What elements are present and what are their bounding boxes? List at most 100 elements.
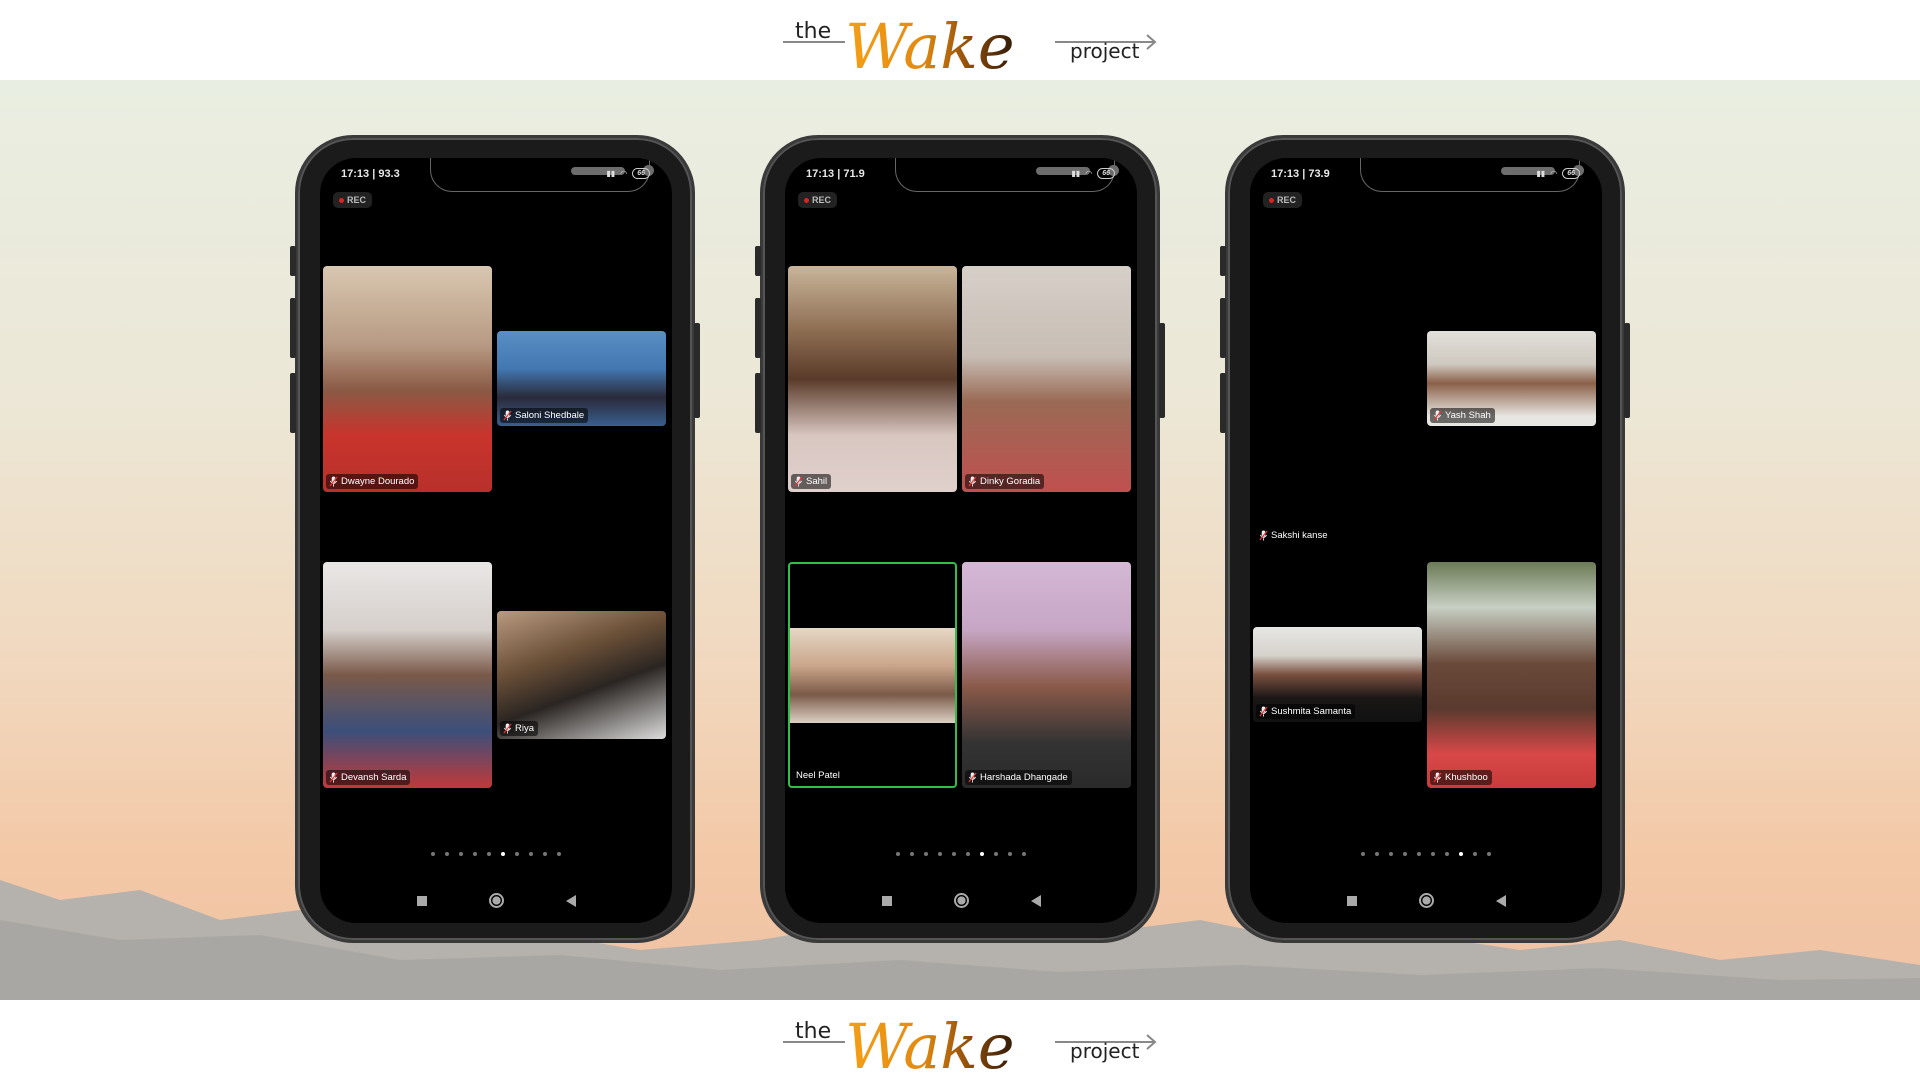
wifi-icon: ◠ (1085, 169, 1093, 178)
video-tile-active-speaker[interactable]: Neel Patel (788, 562, 957, 788)
page-dot[interactable] (473, 852, 477, 856)
mic-muted-icon (1433, 772, 1442, 783)
video-tile-no-video[interactable]: Sakshi kanse (1253, 318, 1422, 544)
page-dot[interactable] (1487, 852, 1491, 856)
page-dot[interactable] (1403, 852, 1407, 856)
mic-muted-icon (794, 476, 803, 487)
page-dot[interactable] (1431, 852, 1435, 856)
video-tile[interactable]: Dinky Goradia (962, 266, 1131, 492)
page-dot[interactable] (1375, 852, 1379, 856)
page-dot[interactable] (557, 852, 561, 856)
page-dot[interactable] (1361, 852, 1365, 856)
page-dot[interactable] (1445, 852, 1449, 856)
page-dot[interactable] (938, 852, 942, 856)
page-dot[interactable] (952, 852, 956, 856)
meeting-screen: 17:13 | 71.9 ▮▮ ◠ 66 REC Sahil Dinky Gorad… (785, 158, 1137, 923)
page-indicator[interactable] (785, 852, 1137, 856)
record-dot-icon (1269, 197, 1274, 203)
meeting-screen: 17:13 | 73.9 ▮▮ ◠ 66 REC Yash Shah Sakshi … (1250, 158, 1602, 923)
wifi-icon: ◠ (1550, 169, 1558, 178)
page-dot[interactable] (910, 852, 914, 856)
page-dot[interactable] (994, 852, 998, 856)
participant-name-label: Riya (500, 721, 539, 736)
page-dot[interactable] (1459, 852, 1463, 856)
android-nav-bar (1250, 893, 1602, 908)
back-button[interactable] (565, 894, 576, 907)
record-dot-icon (804, 197, 809, 203)
phone-2: 17:13 | 71.9 ▮▮ ◠ 66 REC Sahil Dinky Gorad… (755, 135, 1165, 943)
video-tile[interactable]: Yash Shah (1427, 331, 1596, 426)
page-dot[interactable] (487, 852, 491, 856)
page-dot[interactable] (459, 852, 463, 856)
mic-muted-icon (1259, 706, 1268, 717)
home-button[interactable] (1418, 893, 1434, 908)
svg-text:project: project (1070, 1039, 1140, 1063)
page-dot[interactable] (515, 852, 519, 856)
page-dot[interactable] (966, 852, 970, 856)
status-icons: ▮▮ ◠ 66 (1071, 168, 1115, 179)
status-icons: ▮▮ ◠ 66 (1536, 168, 1580, 179)
page-dot[interactable] (1389, 852, 1393, 856)
participant-name-label: Devansh Sarda (326, 770, 411, 785)
page-dot[interactable] (924, 852, 928, 856)
page-dot[interactable] (1417, 852, 1421, 856)
status-time: 17:13 | 93.3 (341, 168, 400, 180)
status-time: 17:13 | 71.9 (806, 168, 865, 180)
page-dot[interactable] (431, 852, 435, 856)
battery-icon: 66 (1097, 168, 1115, 179)
mic-muted-icon (329, 772, 338, 783)
svg-text:Wake: Wake (845, 10, 1015, 80)
participant-name-label: Harshada Dhangade (965, 770, 1072, 785)
back-button[interactable] (1495, 894, 1506, 907)
back-button[interactable] (1030, 894, 1041, 907)
page-indicator[interactable] (320, 852, 672, 856)
page-dot[interactable] (445, 852, 449, 856)
recents-button[interactable] (1346, 895, 1357, 906)
mic-muted-icon (968, 476, 977, 487)
mic-muted-icon (329, 476, 338, 487)
video-tile[interactable]: Saloni Shedbale (497, 331, 666, 426)
signal-icon: ▮▮ (606, 169, 616, 178)
home-button[interactable] (488, 893, 504, 908)
status-icons: ▮▮ ◠ 66 (606, 168, 650, 179)
participant-name-label: Sahil (791, 474, 832, 489)
mic-muted-icon (1259, 530, 1268, 541)
video-tile[interactable]: Riya (497, 611, 666, 739)
page-dot[interactable] (529, 852, 533, 856)
participant-name-label: Saloni Shedbale (500, 408, 589, 423)
page-dot[interactable] (1008, 852, 1012, 856)
participant-name-label: Neel Patel (796, 770, 840, 781)
recents-button[interactable] (881, 895, 892, 906)
participant-name-label: Sushmita Samanta (1256, 704, 1356, 719)
mic-muted-icon (503, 723, 512, 734)
mic-muted-icon (968, 772, 977, 783)
battery-icon: 66 (632, 168, 650, 179)
page-dot[interactable] (501, 852, 505, 856)
svg-text:Wake: Wake (845, 1010, 1015, 1080)
participant-name-label: Yash Shah (1430, 408, 1495, 423)
page-dot[interactable] (896, 852, 900, 856)
recents-button[interactable] (416, 895, 427, 906)
svg-text:project: project (1070, 39, 1140, 63)
android-nav-bar (320, 893, 672, 908)
page-dot[interactable] (1473, 852, 1477, 856)
video-tile[interactable]: Khushboo (1427, 562, 1596, 788)
video-tile[interactable]: Sahil (788, 266, 957, 492)
recording-badge: REC (798, 192, 838, 208)
recording-badge: REC (1263, 192, 1303, 208)
participant-name-label: Dinky Goradia (965, 474, 1045, 489)
video-tile[interactable]: Dwayne Dourado (323, 266, 492, 492)
page-dot[interactable] (980, 852, 984, 856)
page-dot[interactable] (1022, 852, 1026, 856)
svg-text:the: the (795, 19, 831, 44)
record-dot-icon (339, 197, 344, 203)
video-tile[interactable]: Sushmita Samanta (1253, 627, 1422, 722)
wake-project-logo-top: the Wake project (760, 0, 1160, 83)
meeting-screen: 17:13 | 93.3 ▮▮ ◠ 66 REC Dwayne Dourado Sa… (320, 158, 672, 923)
page-indicator[interactable] (1250, 852, 1602, 856)
page-dot[interactable] (543, 852, 547, 856)
video-tile[interactable]: Harshada Dhangade (962, 562, 1131, 788)
mic-muted-icon (503, 410, 512, 421)
video-tile[interactable]: Devansh Sarda (323, 562, 492, 788)
home-button[interactable] (953, 893, 969, 908)
